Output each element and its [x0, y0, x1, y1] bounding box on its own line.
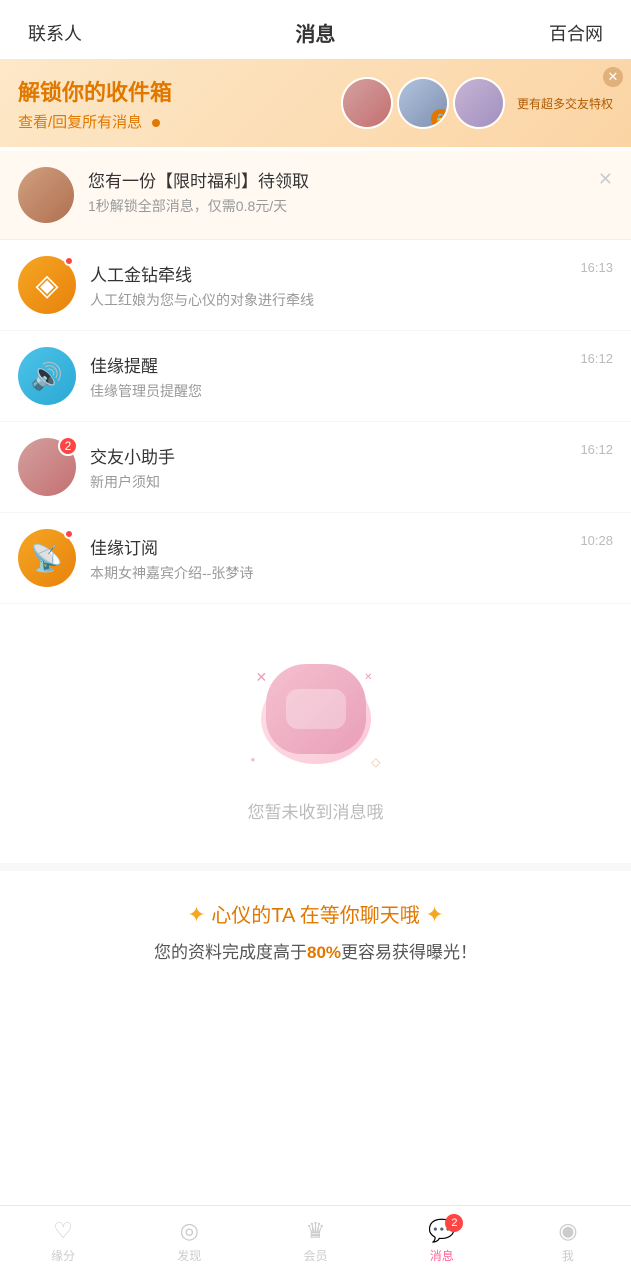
banner-text: 解锁你的收件箱 查看/回复所有消息 — [18, 75, 341, 132]
speaker-icon: 🔊 — [31, 361, 63, 392]
messages-icon: 💬 2 — [428, 1218, 455, 1244]
me-label: 我 — [562, 1247, 574, 1264]
assistant-message-time: 16:12 — [580, 442, 613, 457]
unlock-banner[interactable]: 解锁你的收件箱 查看/回复所有消息 🔒 更有超多交友特权 ✕ — [0, 59, 631, 147]
empty-state: ✕ ✕ ◇ ● 您暂未收到消息哦 — [0, 604, 631, 863]
diamond-message-preview: 人工红娘为您与心仪的对象进行牵线 — [90, 290, 566, 310]
banner-title: 解锁你的收件箱 — [18, 75, 341, 107]
nav-item-yuanfen[interactable]: ♡ 缘分 — [0, 1214, 126, 1268]
network-link[interactable]: 百合网 — [549, 20, 603, 46]
reminder-message-preview: 佳缘管理员提醒您 — [90, 381, 566, 401]
message-item-assistant[interactable]: 2 交友小助手 新用户须知 16:12 — [0, 422, 631, 513]
nav-item-me[interactable]: ◉ 我 — [505, 1214, 631, 1268]
messages-label: 消息 — [430, 1247, 454, 1264]
subscription-message-name: 佳缘订阅 — [90, 534, 566, 559]
promo-close-button[interactable]: ✕ — [598, 169, 613, 190]
subscription-avatar-wrap: 📡 — [18, 529, 76, 587]
deco-dot: ● — [251, 755, 256, 764]
diamond-message-name: 人工金钻牵线 — [90, 261, 566, 286]
avatar-face-1 — [343, 79, 391, 127]
banner-avatar-2: 🔒 — [397, 77, 449, 129]
discover-label: 发现 — [177, 1247, 201, 1264]
vip-label: 会员 — [304, 1247, 328, 1264]
message-item-diamond[interactable]: ◈ 人工金钻牵线 人工红娘为您与心仪的对象进行牵线 16:13 — [0, 240, 631, 331]
message-item-reminder[interactable]: 🔊 佳缘提醒 佳缘管理员提醒您 16:12 — [0, 331, 631, 422]
message-item-subscription[interactable]: 📡 佳缘订阅 本期女神嘉宾介绍--张梦诗 10:28 — [0, 513, 631, 604]
empty-illustration: ✕ ✕ ◇ ● — [251, 664, 381, 774]
banner-avatars: 🔒 更有超多交友特权 — [341, 77, 613, 129]
me-icon: ◉ — [558, 1218, 577, 1244]
promo-notice[interactable]: 您有一份【限时福利】待领取 1秒解锁全部消息，仅需0.8元/天 ✕ — [0, 151, 631, 240]
diamond-message-body: 人工金钻牵线 人工红娘为您与心仪的对象进行牵线 — [90, 261, 566, 310]
banner-dot-decoration — [152, 119, 160, 127]
banner-subtitle: 查看/回复所有消息 — [18, 111, 341, 132]
subscription-message-body: 佳缘订阅 本期女神嘉宾介绍--张梦诗 — [90, 534, 566, 583]
subscription-dot-badge — [64, 529, 74, 539]
deco-x1: ✕ — [256, 669, 268, 686]
cta-section: ✦ 心仪的TA 在等你聊天哦 ✦ 您的资料完成度高于80%更容易获得曝光！ — [0, 863, 631, 983]
cta-star-right: ✦ — [425, 902, 443, 927]
yuanfen-label: 缘分 — [51, 1247, 75, 1264]
message-list: ◈ 人工金钻牵线 人工红娘为您与心仪的对象进行牵线 16:13 🔊 佳缘提醒 佳… — [0, 240, 631, 604]
avatar-face-3 — [455, 79, 503, 127]
assistant-avatar-wrap: 2 — [18, 438, 76, 496]
page-title: 消息 — [296, 18, 336, 47]
discover-icon: ◎ — [180, 1218, 199, 1244]
banner-close-button[interactable]: ✕ — [603, 67, 623, 87]
deco-x2: ✕ — [364, 672, 372, 683]
diamond-icon: ◈ — [35, 268, 58, 303]
deco-diamond: ◇ — [371, 755, 380, 769]
promo-title: 您有一份【限时福利】待领取 — [88, 167, 584, 192]
lock-icon: 🔒 — [431, 109, 449, 129]
promo-content: 您有一份【限时福利】待领取 1秒解锁全部消息，仅需0.8元/天 — [88, 167, 584, 216]
diamond-avatar-wrap: ◈ — [18, 256, 76, 314]
yuanfen-icon: ♡ — [53, 1218, 73, 1244]
assistant-message-preview: 新用户须知 — [90, 472, 566, 492]
diamond-message-time: 16:13 — [580, 260, 613, 275]
promo-avatar — [18, 167, 74, 223]
unread-dot-badge — [64, 256, 74, 266]
vip-icon: ♛ — [306, 1218, 326, 1244]
nav-item-discover[interactable]: ◎ 发现 — [126, 1214, 252, 1268]
banner-avatar-1 — [341, 77, 393, 129]
banner-avatar-3 — [453, 77, 505, 129]
nav-item-messages[interactable]: 💬 2 消息 — [379, 1214, 505, 1268]
assistant-message-body: 交友小助手 新用户须知 — [90, 443, 566, 492]
reminder-message-time: 16:12 — [580, 351, 613, 366]
robot-face — [286, 689, 346, 729]
messages-nav-badge: 2 — [445, 1214, 463, 1232]
reminder-message-name: 佳缘提醒 — [90, 352, 566, 377]
assistant-message-name: 交友小助手 — [90, 443, 566, 468]
reminder-message-body: 佳缘提醒 佳缘管理员提醒您 — [90, 352, 566, 401]
bottom-navigation: ♡ 缘分 ◎ 发现 ♛ 会员 💬 2 消息 ◉ 我 — [0, 1205, 631, 1280]
promo-subtitle: 1秒解锁全部消息，仅需0.8元/天 — [88, 196, 584, 216]
reminder-avatar: 🔊 — [18, 347, 76, 405]
empty-text: 您暂未收到消息哦 — [248, 798, 384, 823]
nav-item-vip[interactable]: ♛ 会员 — [252, 1214, 378, 1268]
contacts-link[interactable]: 联系人 — [28, 20, 82, 46]
wifi-icon: 📡 — [31, 543, 63, 574]
unread-count-badge: 2 — [58, 436, 78, 456]
banner-more-text: 更有超多交友特权 — [517, 95, 613, 112]
subscription-message-time: 10:28 — [580, 533, 613, 548]
cta-title: ✦ 心仪的TA 在等你聊天哦 ✦ — [24, 899, 607, 928]
empty-robot-illustration — [266, 664, 366, 754]
cta-subtitle: 您的资料完成度高于80%更容易获得曝光！ — [24, 938, 607, 963]
reminder-avatar-wrap: 🔊 — [18, 347, 76, 405]
subscription-message-preview: 本期女神嘉宾介绍--张梦诗 — [90, 563, 566, 583]
cta-star-left: ✦ — [187, 902, 205, 927]
top-navigation: 联系人 消息 百合网 — [0, 0, 631, 59]
